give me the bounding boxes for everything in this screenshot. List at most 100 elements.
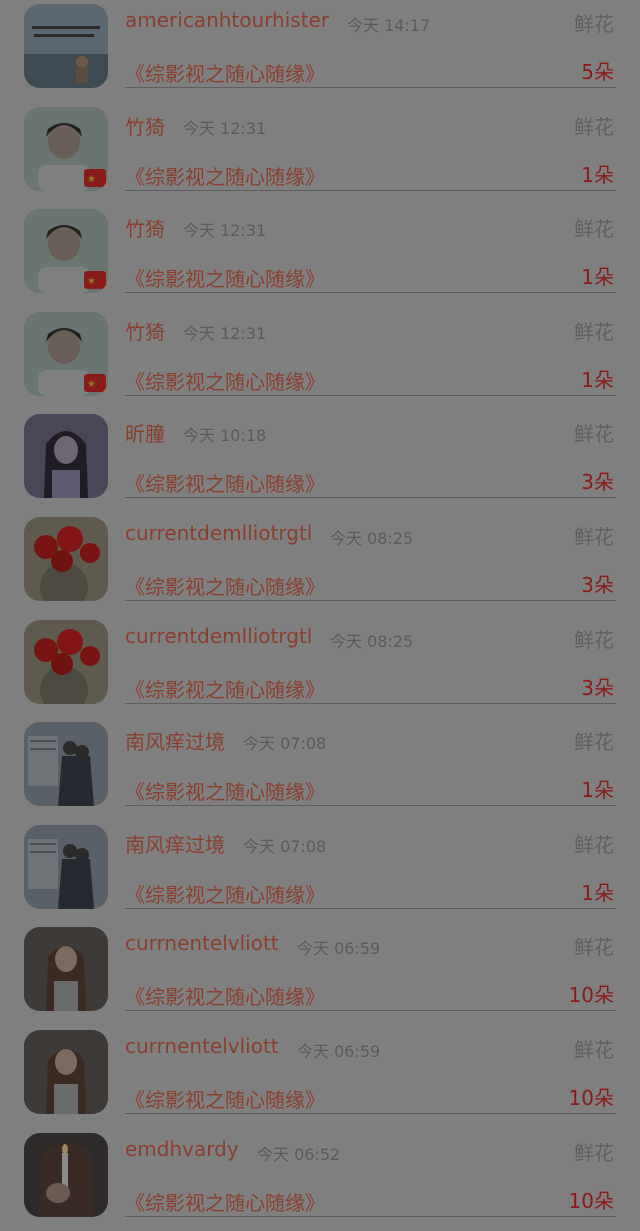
- boy-flag-avatar[interactable]: ★: [24, 311, 108, 396]
- record-time: 今天 08:25: [330, 528, 414, 548]
- woman-portrait-avatar[interactable]: [24, 1029, 108, 1114]
- book-title[interactable]: 《综影视之随心随缘》: [125, 981, 325, 1010]
- record-time: 今天 12:31: [183, 221, 267, 241]
- couple-avatar[interactable]: [24, 824, 108, 909]
- row-divider: [125, 1010, 616, 1012]
- row-divider: [125, 907, 616, 909]
- user-name[interactable]: emdhvardy: [125, 1137, 239, 1161]
- svg-text:★: ★: [87, 379, 96, 390]
- gift-count: 5朵: [581, 60, 614, 84]
- gift-count: 1朵: [581, 880, 614, 905]
- user-name[interactable]: 昕朣: [125, 418, 165, 447]
- gift-count: 1朵: [581, 265, 614, 290]
- cactus-flower-avatar[interactable]: [24, 516, 108, 601]
- gift-count: 10朵: [568, 1188, 614, 1213]
- book-title[interactable]: 《综影视之随心随缘》: [125, 776, 325, 805]
- book-title[interactable]: 《综影视之随心随缘》: [125, 674, 325, 703]
- record-time: 今天 07:08: [243, 734, 327, 754]
- user-name[interactable]: currentdemlliotrgtl: [125, 521, 312, 545]
- gift-record-row[interactable]: currnentelvliott 今天 06:59 鲜花 《综影视之随心随缘》 …: [0, 1026, 640, 1129]
- gift-count: 10朵: [568, 983, 614, 1008]
- gift-type-label: 鲜花: [574, 524, 614, 549]
- record-time: 今天 06:52: [257, 1144, 341, 1164]
- row-divider: [125, 497, 616, 499]
- user-name[interactable]: 南风痒过境: [125, 829, 225, 858]
- gift-count: 3朵: [581, 675, 614, 700]
- gift-type-label: 鲜花: [574, 627, 614, 652]
- book-title[interactable]: 《综影视之随心随缘》: [125, 879, 325, 908]
- row-divider: [125, 805, 616, 807]
- record-time: 今天 06:59: [297, 939, 381, 959]
- record-time: 今天 10:18: [183, 426, 267, 446]
- user-name[interactable]: currnentelvliott: [125, 931, 279, 955]
- user-name[interactable]: currentdemlliotrgtl: [125, 624, 312, 648]
- user-name[interactable]: currnentelvliott: [125, 1034, 279, 1058]
- record-time: 今天 12:31: [183, 323, 267, 343]
- user-name[interactable]: 南风痒过境: [125, 726, 225, 755]
- landscape-avatar[interactable]: [24, 4, 108, 88]
- record-time: 今天 08:25: [330, 631, 414, 651]
- gift-type-label: 鲜花: [574, 114, 614, 139]
- gift-record-row[interactable]: currnentelvliott 今天 06:59 鲜花 《综影视之随心随缘》 …: [0, 923, 640, 1026]
- gift-record-row[interactable]: ★ 竹猗 今天 12:31 鲜花 《综影视之随心随缘》 1朵: [0, 103, 640, 206]
- boy-flag-avatar[interactable]: ★: [24, 106, 108, 191]
- user-name[interactable]: americanhtourhister: [125, 8, 329, 32]
- gift-record-row[interactable]: 南风痒过境 今天 07:08 鲜花 《综影视之随心随缘》 1朵: [0, 718, 640, 821]
- gift-count: 1朵: [581, 367, 614, 392]
- book-title[interactable]: 《综影视之随心随缘》: [125, 58, 325, 87]
- gift-type-label: 鲜花: [574, 935, 614, 960]
- gift-type-label: 鲜花: [574, 832, 614, 857]
- book-title[interactable]: 《综影视之随心随缘》: [125, 366, 325, 395]
- book-title[interactable]: 《综影视之随心随缘》: [125, 571, 325, 600]
- gift-count: 3朵: [581, 572, 614, 597]
- woman-portrait-avatar[interactable]: [24, 927, 108, 1012]
- gift-record-row[interactable]: 南风痒过境 今天 07:08 鲜花 《综影视之随心随缘》 1朵: [0, 821, 640, 924]
- gift-record-row[interactable]: emdhvardy 今天 06:52 鲜花 《综影视之随心随缘》 10朵: [0, 1129, 640, 1231]
- row-divider: [125, 1215, 616, 1217]
- gift-type-label: 鲜花: [574, 12, 614, 36]
- gift-record-row[interactable]: ★ 竹猗 今天 12:31 鲜花 《综影视之随心随缘》 1朵: [0, 205, 640, 308]
- book-title[interactable]: 《综影视之随心随缘》: [125, 161, 325, 190]
- gift-type-label: 鲜花: [574, 730, 614, 755]
- gift-record-row[interactable]: americanhtourhister 今天 14:17 鲜花 《综影视之随心随…: [0, 0, 640, 103]
- book-title[interactable]: 《综影视之随心随缘》: [125, 468, 325, 497]
- anime-girl-avatar[interactable]: [24, 414, 108, 499]
- row-divider: [125, 394, 616, 396]
- row-divider: [125, 292, 616, 294]
- book-title[interactable]: 《综影视之随心随缘》: [125, 1084, 325, 1113]
- svg-text:★: ★: [87, 276, 96, 287]
- cactus-flower-avatar[interactable]: [24, 619, 108, 704]
- gift-type-label: 鲜花: [574, 217, 614, 242]
- gift-record-row[interactable]: 昕朣 今天 10:18 鲜花 《综影视之随心随缘》 3朵: [0, 410, 640, 513]
- gift-type-label: 鲜花: [574, 1140, 614, 1165]
- gift-record-list: americanhtourhister 今天 14:17 鲜花 《综影视之随心随…: [0, 0, 640, 1231]
- gift-record-row[interactable]: currentdemlliotrgtl 今天 08:25 鲜花 《综影视之随心随…: [0, 513, 640, 616]
- gift-type-label: 鲜花: [574, 1037, 614, 1062]
- couple-avatar[interactable]: [24, 722, 108, 807]
- record-time: 今天 06:59: [297, 1041, 381, 1061]
- gift-count: 10朵: [568, 1085, 614, 1110]
- row-divider: [125, 87, 616, 88]
- gift-record-row[interactable]: ★ 竹猗 今天 12:31 鲜花 《综影视之随心随缘》 1朵: [0, 308, 640, 411]
- gift-record-row[interactable]: currentdemlliotrgtl 今天 08:25 鲜花 《综影视之随心随…: [0, 616, 640, 719]
- row-divider: [125, 599, 616, 601]
- candle-woman-avatar[interactable]: [24, 1132, 108, 1217]
- user-name[interactable]: 竹猗: [125, 111, 165, 140]
- user-name[interactable]: 竹猗: [125, 316, 165, 345]
- user-name[interactable]: 竹猗: [125, 213, 165, 242]
- gift-count: 3朵: [581, 470, 614, 495]
- record-time: 今天 14:17: [347, 16, 431, 35]
- book-title[interactable]: 《综影视之随心随缘》: [125, 1187, 325, 1216]
- gift-count: 1朵: [581, 778, 614, 803]
- book-title[interactable]: 《综影视之随心随缘》: [125, 263, 325, 292]
- gift-type-label: 鲜花: [574, 319, 614, 344]
- record-time: 今天 07:08: [243, 836, 327, 856]
- gift-count: 1朵: [581, 162, 614, 187]
- boy-flag-avatar[interactable]: ★: [24, 209, 108, 294]
- row-divider: [125, 702, 616, 704]
- record-time: 今天 12:31: [183, 118, 267, 138]
- gift-type-label: 鲜花: [574, 422, 614, 447]
- svg-text:★: ★: [87, 174, 96, 185]
- row-divider: [125, 1112, 616, 1114]
- row-divider: [125, 189, 616, 191]
